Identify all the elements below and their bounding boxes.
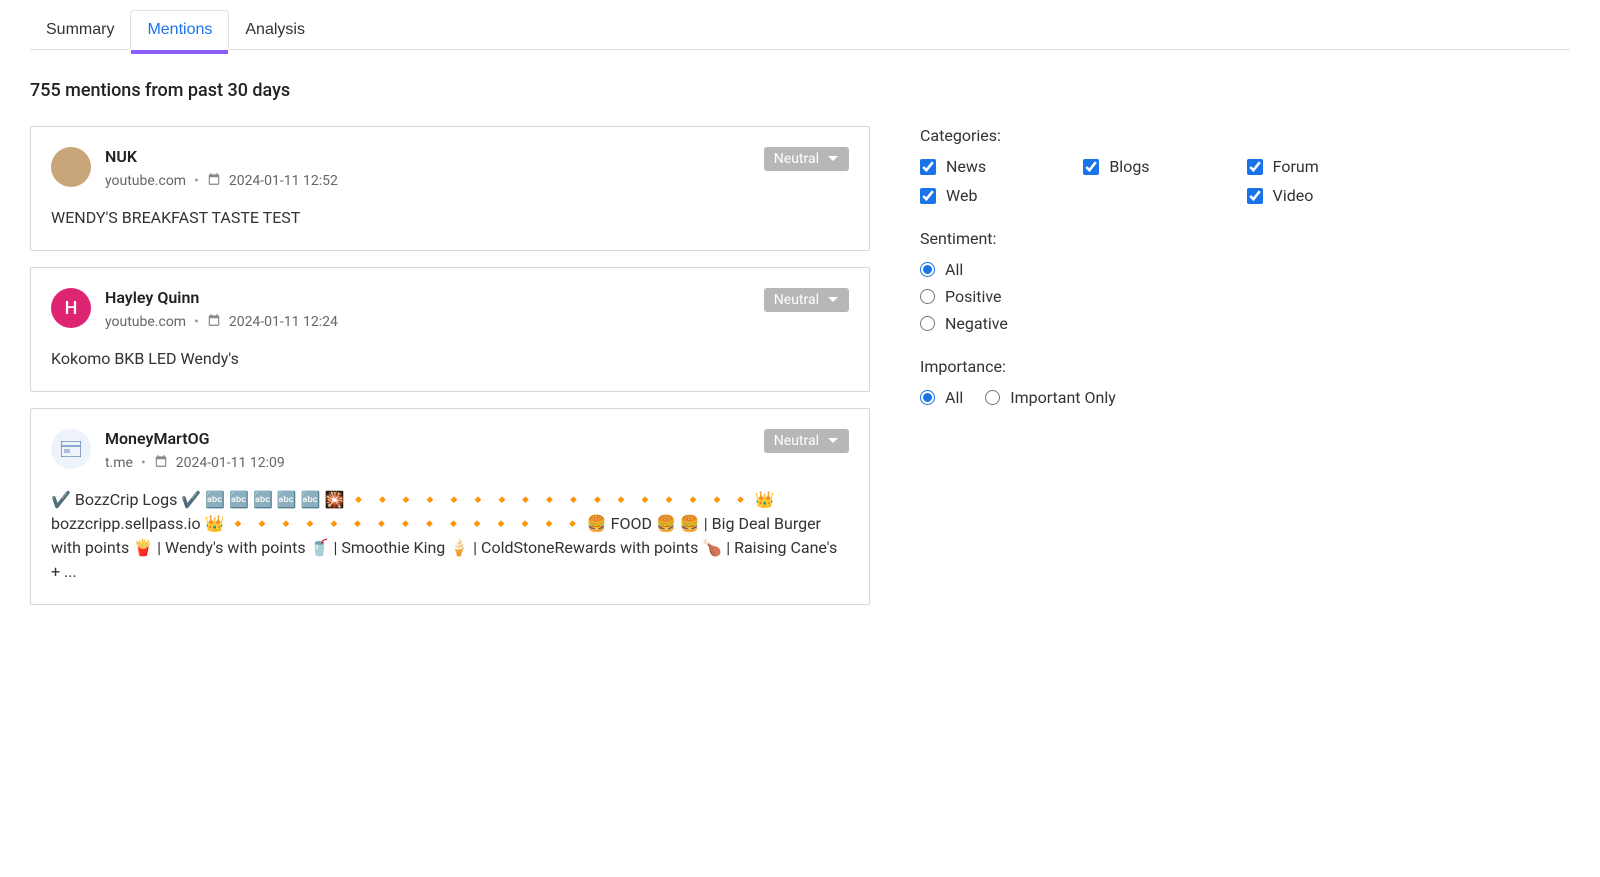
mention-author[interactable]: MoneyMartOG xyxy=(105,429,285,448)
category-option[interactable]: Forum xyxy=(1247,157,1400,176)
mention-source[interactable]: youtube.com xyxy=(105,173,186,189)
mention-body: ✔️ BozzCrip Logs ✔️ 🔤 🔤 🔤 🔤 🔤 🎇 🔸 🔸 🔸 🔸 … xyxy=(51,488,849,584)
avatar xyxy=(51,147,91,187)
filter-categories: Categories: News Blogs Forum Web Video xyxy=(920,126,1400,205)
sentiment-dropdown[interactable]: Neutral xyxy=(764,429,849,453)
importance-radio[interactable] xyxy=(920,390,935,405)
filter-sentiment: Sentiment: All Positive Negative xyxy=(920,229,1400,333)
category-label: Video xyxy=(1273,186,1314,205)
tab-summary[interactable]: Summary xyxy=(30,10,130,49)
mention-card[interactable]: NUK youtube.com • 2024-01-11 12:52 Neutral WE… xyxy=(30,126,870,251)
category-option[interactable]: Video xyxy=(1247,186,1400,205)
sentiment-option[interactable]: Positive xyxy=(920,287,1400,306)
mentions-list: NUK youtube.com • 2024-01-11 12:52 Neutral WE… xyxy=(30,126,870,621)
avatar xyxy=(51,429,91,469)
chevron-down-icon xyxy=(827,292,839,308)
importance-radio[interactable] xyxy=(985,390,1000,405)
importance-option[interactable]: Important Only xyxy=(985,388,1116,407)
category-checkbox[interactable] xyxy=(1247,188,1263,204)
calendar-icon xyxy=(207,313,221,331)
sentiment-dropdown[interactable]: Neutral xyxy=(764,288,849,312)
sentiment-label: Neutral xyxy=(774,433,819,449)
category-label: Blogs xyxy=(1109,157,1149,176)
sentiment-radio[interactable] xyxy=(920,316,935,331)
importance-option[interactable]: All xyxy=(920,388,963,407)
category-label: Forum xyxy=(1273,157,1319,176)
mention-author[interactable]: Hayley Quinn xyxy=(105,288,338,307)
category-option[interactable]: News xyxy=(920,157,1073,176)
filter-importance-label: Importance: xyxy=(920,357,1400,376)
tab-analysis[interactable]: Analysis xyxy=(229,10,321,49)
avatar: H xyxy=(51,288,91,328)
chevron-down-icon xyxy=(827,433,839,449)
separator-dot: • xyxy=(141,455,146,471)
tab-bar: Summary Mentions Analysis xyxy=(30,10,1570,50)
sentiment-option-label: Positive xyxy=(945,287,1002,306)
sentiment-label: Neutral xyxy=(774,151,819,167)
category-option[interactable]: Web xyxy=(920,186,1073,205)
category-checkbox[interactable] xyxy=(1247,159,1263,175)
separator-dot: • xyxy=(194,314,199,330)
sentiment-radio[interactable] xyxy=(920,289,935,304)
importance-option-label: Important Only xyxy=(1010,388,1116,407)
mention-author[interactable]: NUK xyxy=(105,147,338,166)
mention-timestamp: 2024-01-11 12:09 xyxy=(176,455,285,471)
filter-sentiment-label: Sentiment: xyxy=(920,229,1400,248)
sentiment-option[interactable]: Negative xyxy=(920,314,1400,333)
category-option[interactable]: Blogs xyxy=(1083,157,1236,176)
category-label: News xyxy=(946,157,986,176)
calendar-icon xyxy=(207,172,221,190)
mention-card[interactable]: MoneyMartOG t.me • 2024-01-11 12:09 Neutral ✔… xyxy=(30,408,870,605)
calendar-icon xyxy=(154,454,168,472)
filter-categories-label: Categories: xyxy=(920,126,1400,145)
separator-dot: • xyxy=(194,173,199,189)
mention-card[interactable]: H Hayley Quinn youtube.com • 2024-01-11 12:2… xyxy=(30,267,870,392)
mention-body: Kokomo BKB LED Wendy's xyxy=(51,347,849,371)
sentiment-option-label: All xyxy=(945,260,963,279)
category-label: Web xyxy=(946,186,977,205)
filters-panel: Categories: News Blogs Forum Web Video Senti… xyxy=(920,126,1400,621)
category-checkbox[interactable] xyxy=(1083,159,1099,175)
mention-timestamp: 2024-01-11 12:24 xyxy=(229,314,338,330)
mention-source[interactable]: youtube.com xyxy=(105,314,186,330)
tab-mentions[interactable]: Mentions xyxy=(130,10,229,50)
sentiment-option-label: Negative xyxy=(945,314,1008,333)
mention-timestamp: 2024-01-11 12:52 xyxy=(229,173,338,189)
chevron-down-icon xyxy=(827,151,839,167)
sentiment-dropdown[interactable]: Neutral xyxy=(764,147,849,171)
mention-source[interactable]: t.me xyxy=(105,455,133,471)
sentiment-option[interactable]: All xyxy=(920,260,1400,279)
importance-option-label: All xyxy=(945,388,963,407)
filter-importance: Importance: All Important Only xyxy=(920,357,1400,407)
category-checkbox[interactable] xyxy=(920,159,936,175)
mention-body: WENDY'S BREAKFAST TASTE TEST xyxy=(51,206,849,230)
sentiment-label: Neutral xyxy=(774,292,819,308)
sentiment-radio[interactable] xyxy=(920,262,935,277)
mentions-summary-heading: 755 mentions from past 30 days xyxy=(30,80,1570,101)
category-checkbox[interactable] xyxy=(920,188,936,204)
